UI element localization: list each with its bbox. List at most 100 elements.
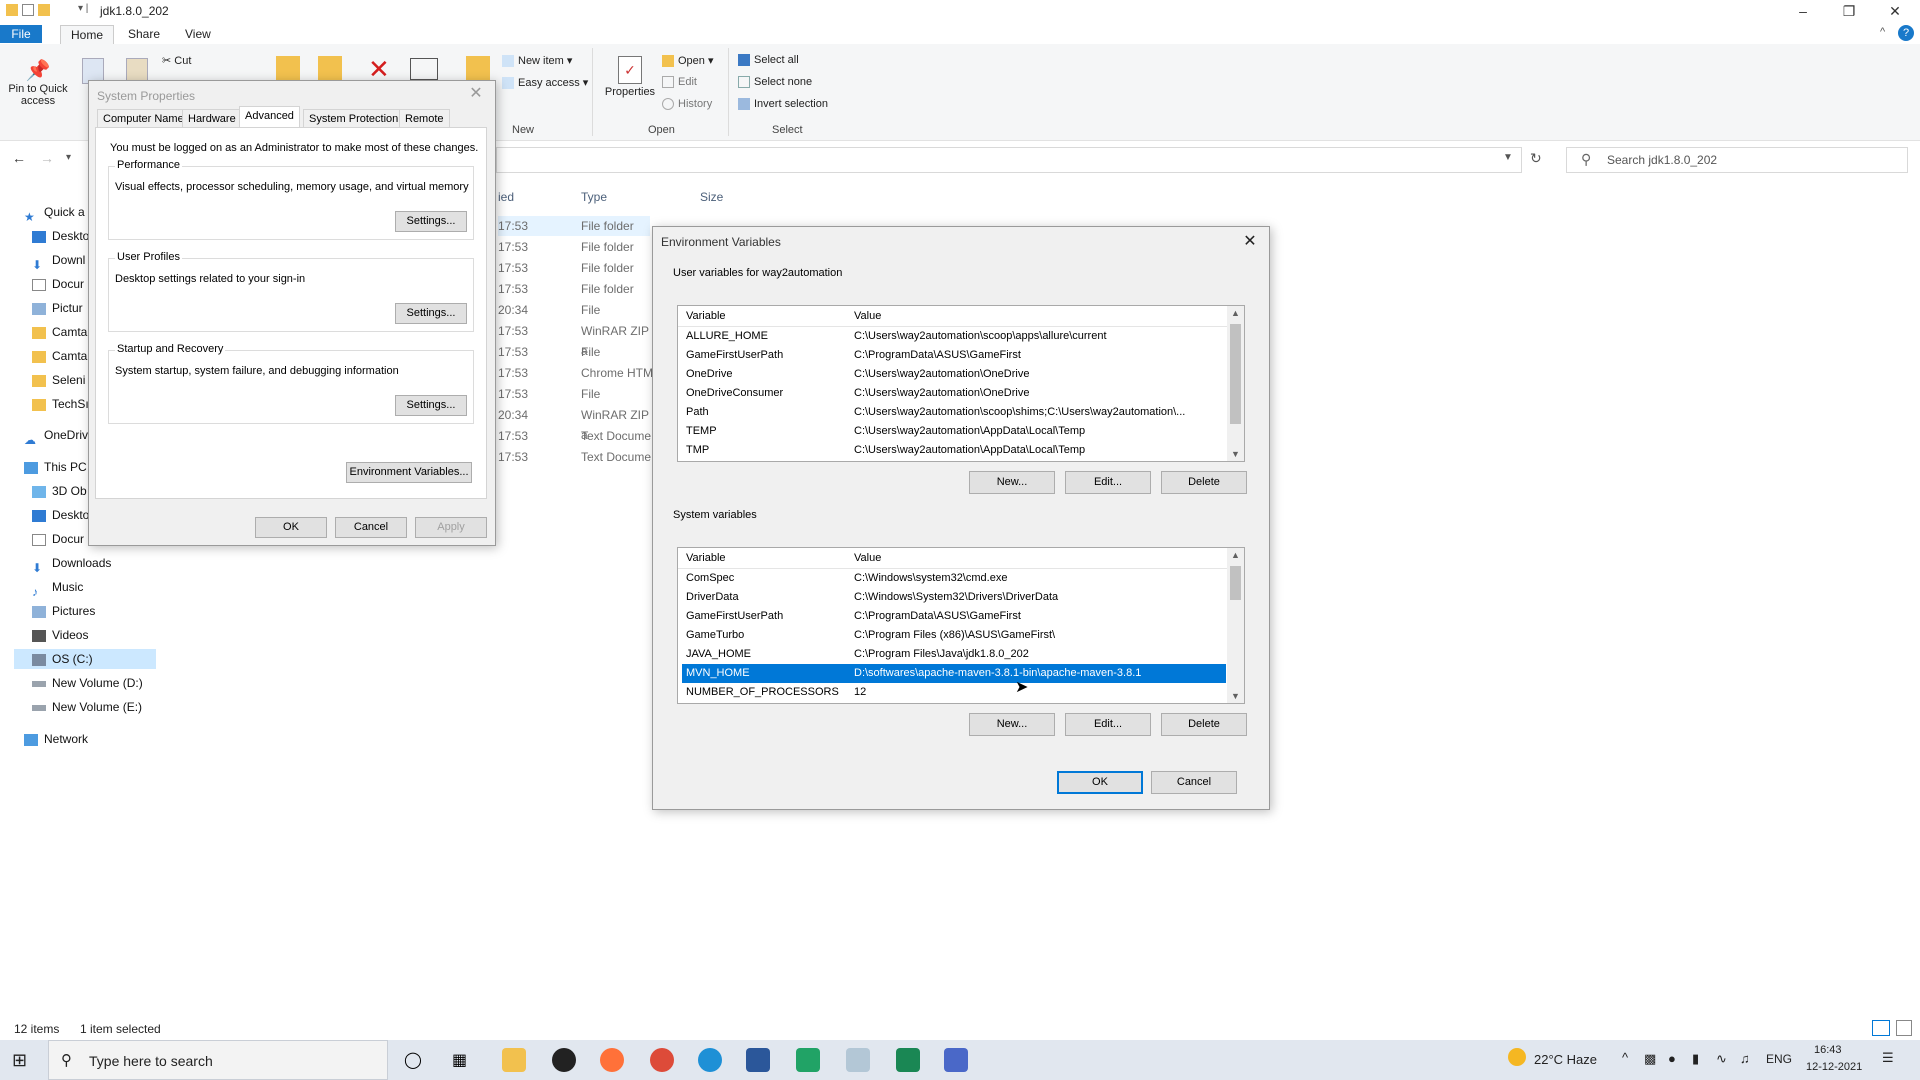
variable-row[interactable]: OneDrive C:\Users\way2automation\OneDrive [682, 365, 1226, 384]
column-value[interactable]: Value [854, 552, 881, 564]
app-taskbar-icon[interactable] [552, 1048, 576, 1072]
user-variables-list[interactable]: Variable Value ALLURE_HOME C:\Users\way2a… [677, 305, 1245, 462]
microphone-icon[interactable]: ● [1668, 1051, 1676, 1066]
rename-icon[interactable] [410, 58, 438, 80]
move-to-icon[interactable] [276, 56, 300, 82]
close-icon[interactable]: ✕ [1237, 231, 1263, 253]
tab-file[interactable]: File [0, 25, 42, 43]
cancel-button[interactable]: Cancel [335, 517, 407, 538]
nav-volume-e[interactable]: New Volume (E:) [32, 697, 142, 717]
clock-time[interactable]: 16:43 [1814, 1044, 1842, 1056]
column-type[interactable]: Type [581, 190, 607, 204]
tab-computer-name[interactable]: Computer Name [97, 109, 190, 128]
nav-folder[interactable]: TechSı [32, 394, 89, 414]
file-row[interactable]: 17:53 Text Docume [498, 447, 658, 467]
battery-icon[interactable]: ▮ [1692, 1051, 1699, 1067]
system-settings-icon[interactable] [944, 1048, 968, 1072]
column-variable[interactable]: Variable [686, 552, 726, 564]
tray-overflow-icon[interactable]: ^ [1622, 1050, 1628, 1065]
nav-desktop[interactable]: Deskto [32, 226, 89, 246]
user-edit-button[interactable]: Edit... [1065, 471, 1151, 494]
variable-row[interactable]: JAVA_HOME C:\Program Files\Java\jdk1.8.0_… [682, 645, 1226, 664]
file-explorer-taskbar-icon[interactable] [502, 1048, 526, 1072]
file-row[interactable]: 17:53 File folder [498, 216, 650, 236]
edit-button[interactable]: Edit [662, 76, 697, 89]
cancel-button[interactable]: Cancel [1151, 771, 1237, 794]
user-profiles-settings-button[interactable]: Settings... [395, 303, 467, 324]
variable-row[interactable]: DriverData C:\Windows\System32\Drivers\Dr… [682, 588, 1226, 607]
file-row[interactable]: 17:53 File folder [498, 279, 658, 299]
nav-os-c[interactable]: OS (C:) [14, 649, 156, 669]
details-view-icon[interactable] [1872, 1020, 1890, 1036]
performance-settings-button[interactable]: Settings... [395, 211, 467, 232]
windows-start-icon[interactable]: ⊞ [12, 1050, 27, 1071]
variable-row[interactable]: ComSpec C:\Windows\system32\cmd.exe [682, 569, 1226, 588]
ok-button[interactable]: OK [255, 517, 327, 538]
nav-network[interactable]: Network [24, 729, 88, 749]
maximize-icon[interactable]: ❐ [1826, 0, 1872, 22]
nav-onedrive[interactable]: ☁ OneDriv [24, 425, 88, 447]
file-row[interactable]: 17:53 File folder [498, 237, 658, 257]
system-new-button[interactable]: New... [969, 713, 1055, 736]
ok-button[interactable]: OK [1057, 771, 1143, 794]
forward-icon[interactable]: → [40, 150, 54, 166]
edge-icon[interactable] [698, 1048, 722, 1072]
easy-access-button[interactable]: Easy access ▾ [502, 76, 588, 90]
column-size[interactable]: Size [700, 190, 723, 204]
column-variable[interactable]: Variable [686, 310, 726, 322]
history-button[interactable]: History [662, 98, 712, 111]
nav-pictures[interactable]: Pictures [32, 601, 95, 621]
variable-row[interactable]: MVN_HOME D:\softwares\apache-maven-3.8.1-… [682, 664, 1226, 683]
network-tray-icon[interactable]: ▩ [1644, 1051, 1656, 1067]
file-row[interactable]: 17:53 Text Docume [498, 426, 658, 446]
open-button[interactable]: Open ▾ [662, 54, 714, 68]
nav-documents[interactable]: Docur [32, 274, 84, 294]
tab-home[interactable]: Home [60, 25, 115, 44]
notepad-icon[interactable] [846, 1048, 870, 1072]
weather-text[interactable]: 22°C Haze [1534, 1052, 1597, 1067]
nav-videos[interactable]: Videos [32, 625, 88, 645]
address-bar[interactable]: ▼ [496, 147, 1522, 173]
user-list-scrollbar[interactable]: ▲ ▼ [1227, 306, 1244, 461]
chrome-icon[interactable] [650, 1048, 674, 1072]
tab-hardware[interactable]: Hardware [182, 109, 242, 128]
tab-share[interactable]: Share [118, 25, 170, 43]
file-row[interactable]: 17:53 File [498, 384, 658, 404]
weather-icon[interactable] [1508, 1048, 1526, 1066]
tab-view[interactable]: View [175, 25, 221, 43]
new-folder-icon[interactable] [466, 56, 490, 82]
cortana-icon[interactable]: ◯ [404, 1050, 422, 1070]
file-row[interactable]: 17:53 File [498, 342, 658, 362]
invert-selection-button[interactable]: Invert selection [738, 98, 828, 111]
file-row[interactable]: 17:53 File folder [498, 258, 658, 278]
variable-row[interactable]: TMP C:\Users\way2automation\AppData\Local… [682, 441, 1226, 460]
copy-to-icon[interactable] [318, 56, 342, 82]
file-row[interactable]: 20:34 WinRAR ZIP a [498, 405, 658, 442]
app-taskbar-icon[interactable] [896, 1048, 920, 1072]
wifi-icon[interactable]: ∿ [1716, 1051, 1727, 1067]
column-value[interactable]: Value [854, 310, 881, 322]
cut-button[interactable]: ✂ Cut [162, 54, 191, 67]
variable-row[interactable]: ALLURE_HOME C:\Users\way2automation\scoop… [682, 327, 1226, 346]
apply-button[interactable]: Apply [415, 517, 487, 538]
scroll-thumb[interactable] [1230, 566, 1241, 600]
tab-remote[interactable]: Remote [399, 109, 450, 128]
system-variables-list[interactable]: Variable Value ComSpec C:\Windows\system3… [677, 547, 1245, 704]
language-indicator[interactable]: ENG [1766, 1052, 1792, 1066]
nav-folder[interactable]: Seleni [32, 370, 85, 390]
select-none-button[interactable]: Select none [738, 76, 812, 89]
firefox-icon[interactable] [600, 1048, 624, 1072]
system-delete-button[interactable]: Delete [1161, 713, 1247, 736]
variable-row[interactable]: TEMP C:\Users\way2automation\AppData\Loca… [682, 422, 1226, 441]
nav-folder[interactable]: Camta [32, 346, 87, 366]
taskbar-search-input[interactable]: ⚲ Type here to search [48, 1040, 388, 1080]
volume-icon[interactable]: ♫ [1740, 1051, 1750, 1066]
scroll-down-icon[interactable]: ▼ [1227, 691, 1244, 701]
variable-row[interactable]: GameTurbo C:\Program Files (x86)\ASUS\Gam… [682, 626, 1226, 645]
back-icon[interactable]: ← [12, 150, 26, 166]
quick-access-dropdown-icon[interactable]: ▾ | [78, 3, 88, 14]
system-edit-button[interactable]: Edit... [1065, 713, 1151, 736]
variable-row[interactable]: GameFirstUserPath C:\ProgramData\ASUS\Gam… [682, 346, 1226, 365]
task-view-icon[interactable]: ▦ [452, 1050, 467, 1070]
large-icons-view-icon[interactable] [1896, 1020, 1912, 1036]
